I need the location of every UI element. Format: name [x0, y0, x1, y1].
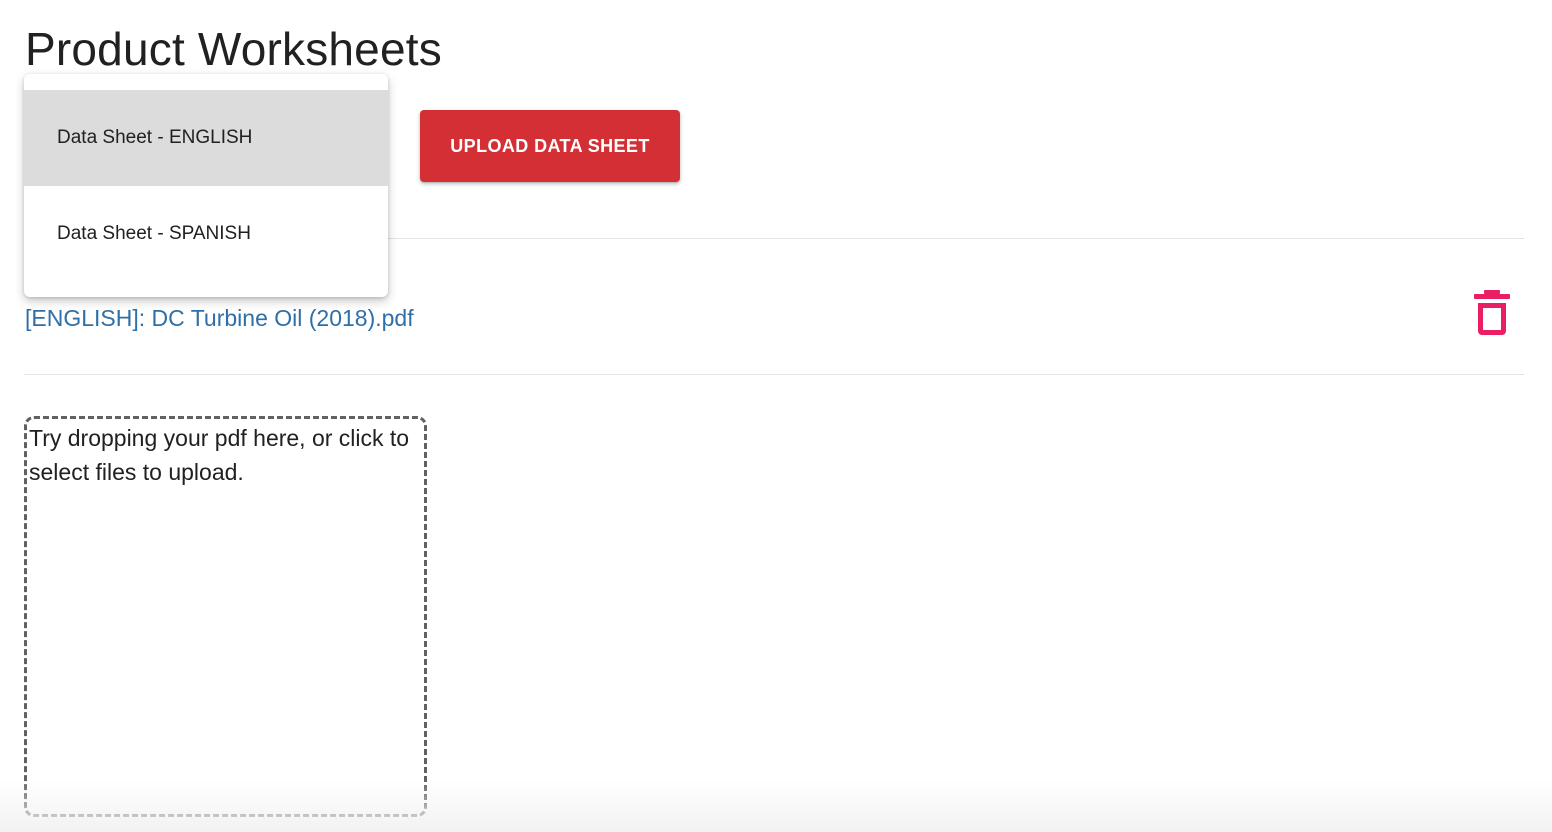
upload-data-sheet-button[interactable]: UPLOAD DATA SHEET — [420, 110, 680, 182]
page: Product Worksheets UPLOAD DATA SHEET [EN… — [0, 0, 1552, 832]
menu-item-spanish[interactable]: Data Sheet - SPANISH — [24, 186, 388, 282]
page-title: Product Worksheets — [25, 23, 442, 75]
file-dropzone[interactable]: Try dropping your pdf here, or click to … — [24, 416, 427, 817]
file-link[interactable]: [ENGLISH]: DC Turbine Oil (2018).pdf — [25, 302, 414, 334]
menu-item-english[interactable]: Data Sheet - ENGLISH — [24, 90, 388, 186]
data-sheet-language-menu: Data Sheet - ENGLISH Data Sheet - SPANIS… — [24, 74, 388, 297]
dropzone-instructions: Try dropping your pdf here, or click to … — [29, 425, 410, 485]
divider — [24, 374, 1524, 375]
trash-icon[interactable] — [1472, 289, 1512, 337]
